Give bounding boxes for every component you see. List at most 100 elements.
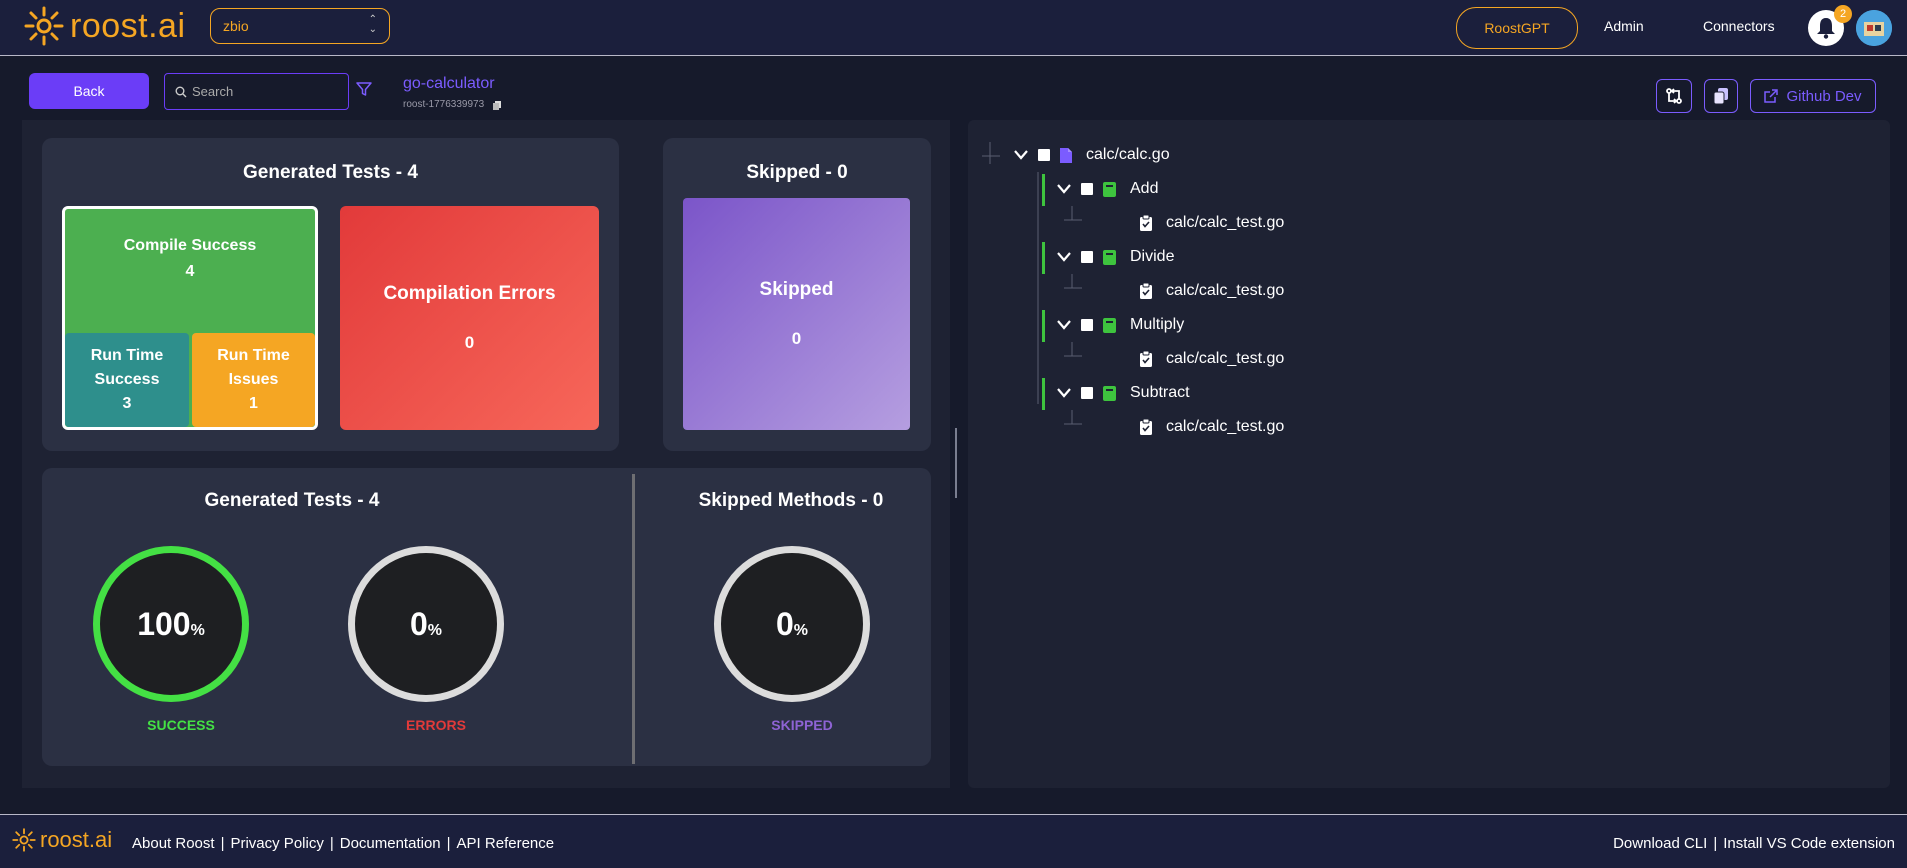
external-link-icon <box>1764 89 1779 103</box>
api-reference-link[interactable]: API Reference <box>457 835 555 852</box>
tree-method-divide[interactable]: Divide <box>1057 248 1174 266</box>
roostgpt-button[interactable]: RoostGPT <box>1456 7 1578 49</box>
skipped-ring: 0% <box>714 546 870 702</box>
skipped-card: Skipped - 0 Skipped 0 <box>663 138 931 451</box>
runtime-issues-value: 1 <box>249 395 258 412</box>
tree-method-label: Divide <box>1130 248 1175 265</box>
tree-method-add[interactable]: Add <box>1057 180 1158 198</box>
tree-checkbox[interactable] <box>1038 149 1050 161</box>
chevron-down-icon[interactable] <box>1014 150 1028 160</box>
privacy-link[interactable]: Privacy Policy <box>230 835 323 852</box>
compare-button[interactable] <box>1656 79 1692 113</box>
tree-test-file[interactable]: calc/calc_test.go <box>1140 350 1284 368</box>
book-icon <box>1103 249 1116 265</box>
book-icon <box>1103 181 1116 197</box>
footer-links: About Roost | Privacy Policy | Documenta… <box>132 835 554 852</box>
runtime-success-label: Run Time Success <box>90 347 164 388</box>
admin-link[interactable]: Admin <box>1604 18 1644 34</box>
success-label: SUCCESS <box>147 717 215 733</box>
bell-icon <box>1817 18 1835 39</box>
project-name[interactable]: go-calculator <box>403 75 495 93</box>
vscode-extension-link[interactable]: Install VS Code extension <box>1723 835 1895 852</box>
runtime-issues-tile[interactable]: Run Time Issues 1 <box>192 333 315 427</box>
tree-root-label: calc/calc.go <box>1086 146 1170 163</box>
back-button[interactable]: Back <box>29 73 149 109</box>
generated-tests-card: Generated Tests - 4 Compile Success 4 Ru… <box>42 138 619 451</box>
compilation-errors-tile[interactable]: Compilation Errors 0 <box>340 206 599 430</box>
compile-success-label: Compile Success <box>123 237 257 254</box>
tree-test-file[interactable]: calc/calc_test.go <box>1140 282 1284 300</box>
tree-test-file[interactable]: calc/calc_test.go <box>1140 214 1284 232</box>
logo-text: roost.ai <box>70 6 186 45</box>
clipboard-check-icon <box>1140 215 1152 231</box>
errors-percent: 0% <box>409 605 443 642</box>
skipped-title: Skipped - 0 <box>746 162 848 183</box>
top-bar: roost.ai zbio ⌃ ⌄ RoostGPT Admin Connecto… <box>0 0 1907 56</box>
chevron-down-icon[interactable] <box>1057 252 1071 262</box>
card-divider <box>632 474 635 764</box>
book-icon <box>1103 385 1116 401</box>
sun-logo-icon <box>12 828 36 852</box>
search-icon <box>175 86 187 97</box>
filter-button[interactable] <box>356 81 372 102</box>
clipboard-check-icon <box>1140 351 1152 367</box>
runtime-success-tile[interactable]: Run Time Success 3 <box>65 333 189 427</box>
tree-test-file[interactable]: calc/calc_test.go <box>1140 418 1284 436</box>
clipboard-check-icon <box>1140 283 1152 299</box>
chevron-down-icon[interactable] <box>1057 320 1071 330</box>
tree-method-subtract[interactable]: Subtract <box>1057 384 1190 402</box>
file-tree-panel: calc/calc.go Add calc/calc_test.go Divid… <box>968 120 1890 788</box>
clipboard-check-icon <box>1140 419 1152 435</box>
skipped-percent: 0% <box>775 605 809 642</box>
skipped-methods-title: Skipped Methods - 0 <box>698 490 884 511</box>
chevron-down-icon[interactable] <box>1057 184 1071 194</box>
org-select-value: zbio <box>223 18 249 34</box>
org-select[interactable]: zbio ⌃ ⌄ <box>210 8 390 44</box>
compile-success-tile[interactable]: Compile Success 4 Run Time Success 3 Run… <box>62 206 318 430</box>
footer-right-links: Download CLI | Install VS Code extension <box>1613 835 1895 852</box>
runtime-issues-label: Run Time Issues <box>217 347 290 388</box>
tree-method-label: Multiply <box>1130 316 1185 333</box>
compile-success-text: Compile Success 4 <box>65 237 315 281</box>
project-id-row: roost-1776339973 <box>403 99 502 110</box>
about-link[interactable]: About Roost <box>132 835 215 852</box>
skipped-label: Skipped <box>759 279 834 300</box>
compile-success-value: 4 <box>185 263 195 280</box>
link-separator: | <box>220 835 225 852</box>
footer-logo[interactable]: roost.ai <box>12 827 112 853</box>
search-input[interactable] <box>192 84 342 99</box>
panel-scrollbar[interactable] <box>955 428 957 498</box>
select-chevron-icon: ⌃ ⌄ <box>368 14 377 35</box>
link-separator: | <box>1713 835 1718 852</box>
tree-checkbox[interactable] <box>1081 251 1093 263</box>
swap-arrows-icon <box>1666 88 1682 104</box>
tree-checkbox[interactable] <box>1081 183 1093 195</box>
footer-logo-text: roost.ai <box>40 827 113 852</box>
success-percent: 100% <box>137 605 205 642</box>
tree-method-label: Subtract <box>1130 384 1190 401</box>
github-dev-button[interactable]: Github Dev <box>1750 79 1876 113</box>
documents-icon <box>1713 88 1728 105</box>
documentation-link[interactable]: Documentation <box>340 835 441 852</box>
success-ring: 100% <box>93 546 249 702</box>
footer: roost.ai About Roost | Privacy Policy | … <box>0 814 1907 868</box>
copy-icon[interactable] <box>492 100 502 110</box>
avatar-image-icon <box>1856 10 1892 46</box>
tree-root[interactable]: calc/calc.go <box>1014 146 1170 164</box>
tree-test-label: calc/calc_test.go <box>1166 214 1285 231</box>
copy-files-button[interactable] <box>1704 79 1738 113</box>
search-box[interactable] <box>164 73 349 110</box>
tree-checkbox[interactable] <box>1081 319 1093 331</box>
tree-checkbox[interactable] <box>1081 387 1093 399</box>
link-separator: | <box>329 835 334 852</box>
download-cli-link[interactable]: Download CLI <box>1613 835 1707 852</box>
avatar[interactable] <box>1856 10 1892 46</box>
tree-method-multiply[interactable]: Multiply <box>1057 316 1184 334</box>
connectors-link[interactable]: Connectors <box>1703 18 1775 34</box>
tree-test-label: calc/calc_test.go <box>1166 282 1285 299</box>
chevron-down-icon[interactable] <box>1057 388 1071 398</box>
percentages-card: Generated Tests - 4 Skipped Methods - 0 … <box>42 468 931 766</box>
filter-icon <box>356 82 372 96</box>
skipped-tile[interactable]: Skipped 0 <box>683 198 910 430</box>
roost-logo[interactable]: roost.ai <box>24 6 186 46</box>
